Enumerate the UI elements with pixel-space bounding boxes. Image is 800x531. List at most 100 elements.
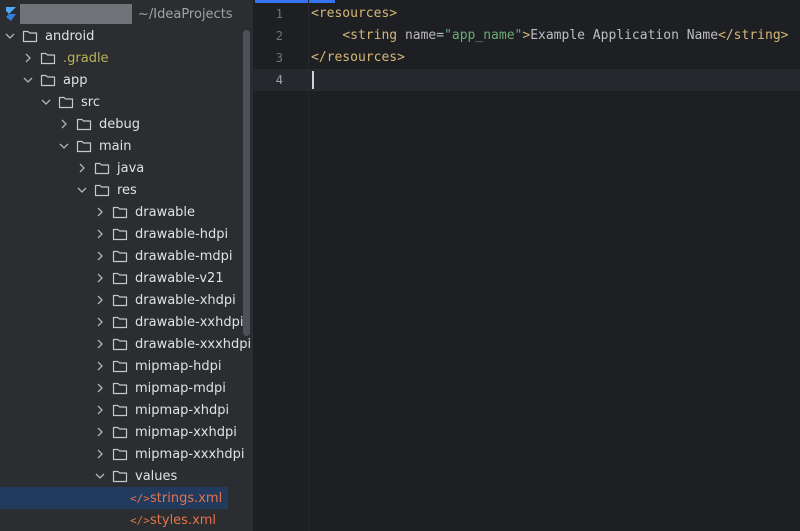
- code-token-val: "app_name": [444, 28, 523, 43]
- chevron-down-icon[interactable]: [4, 30, 16, 42]
- code-line[interactable]: <resources>: [311, 3, 397, 25]
- code-token-tag: </string>: [718, 28, 789, 43]
- tree-item-label: app: [63, 72, 88, 88]
- chevron-down-icon[interactable]: [40, 96, 52, 108]
- tree-item-label: values: [135, 468, 178, 484]
- code-token-tag: <resources>: [311, 6, 398, 21]
- tree-item-label: android: [45, 28, 95, 44]
- tree-item-label: src: [81, 94, 100, 110]
- folder-icon: [112, 270, 128, 286]
- tree-folder-mipmap-mdpi[interactable]: mipmap-mdpi: [0, 377, 253, 399]
- folder-icon: [112, 292, 128, 308]
- tree-folder-drawable-v21[interactable]: drawable-v21: [0, 267, 253, 289]
- tree-item-label: drawable-xxhdpi: [135, 314, 244, 330]
- chevron-right-icon[interactable]: [94, 250, 106, 262]
- chevron-down-icon[interactable]: [76, 184, 88, 196]
- chevron-right-icon[interactable]: [94, 404, 106, 416]
- code-editor[interactable]: 1 2 3 4 <resources> <string name="app_name"…: [253, 0, 800, 531]
- chevron-right-icon[interactable]: [94, 338, 106, 350]
- line-number: 1: [275, 7, 283, 21]
- chevron-down-icon[interactable]: [94, 470, 106, 482]
- folder-icon: [112, 424, 128, 440]
- folder-icon: [112, 446, 128, 462]
- folder-icon: [112, 226, 128, 242]
- project-path: ~/IdeaProjects: [138, 6, 233, 22]
- tree-folder-drawable-xhdpi[interactable]: drawable-xhdpi: [0, 289, 253, 311]
- chevron-right-icon[interactable]: [94, 206, 106, 218]
- tree-item-label: java: [117, 160, 145, 176]
- tree-item-label: mipmap-xhdpi: [135, 402, 230, 418]
- code-line[interactable]: <string name="app_name">Example Applicat…: [311, 25, 788, 47]
- tree-folder-drawable-mdpi[interactable]: drawable-mdpi: [0, 245, 253, 267]
- chevron-right-icon[interactable]: [22, 52, 34, 64]
- chevron-down-icon[interactable]: [22, 74, 34, 86]
- folder-icon: [40, 50, 56, 66]
- chevron-right-icon[interactable]: [94, 272, 106, 284]
- tree-folder-android[interactable]: android: [0, 25, 253, 47]
- folder-icon: [40, 72, 56, 88]
- folder-icon: [76, 138, 92, 154]
- tree-folder-app[interactable]: app: [0, 69, 253, 91]
- folder-icon: [94, 182, 110, 198]
- tree-item-label: styles.xml: [150, 512, 217, 528]
- project-root-header[interactable]: ~/IdeaProjects: [0, 3, 253, 25]
- gutter-separator: [308, 0, 309, 531]
- tree-folder-java[interactable]: java: [0, 157, 253, 179]
- tree-item-label: mipmap-mdpi: [135, 380, 226, 396]
- line-number-gutter: 1 2 3 4: [253, 0, 309, 531]
- folder-icon: [112, 204, 128, 220]
- chevron-right-icon[interactable]: [94, 294, 106, 306]
- tree-scrollbar[interactable]: [243, 30, 250, 336]
- tree-folder-main[interactable]: main: [0, 135, 253, 157]
- code-token-tag: <string: [342, 28, 405, 43]
- chevron-down-icon[interactable]: [58, 140, 70, 152]
- project-tool-window: ~/IdeaProjects android .gradle app src debug…: [0, 0, 253, 531]
- tree-item-label: drawable-v21: [135, 270, 224, 286]
- code-token-attr: name=: [404, 28, 445, 43]
- tree-folder-mipmap-hdpi[interactable]: mipmap-hdpi: [0, 355, 253, 377]
- tree-item-label: drawable-xxxhdpi: [135, 336, 252, 352]
- folder-icon: [22, 28, 38, 44]
- tree-folder-src[interactable]: src: [0, 91, 253, 113]
- tree-item-label: mipmap-xxhdpi: [135, 424, 237, 440]
- tree-folder-debug[interactable]: debug: [0, 113, 253, 135]
- tree-item-label: drawable-xhdpi: [135, 292, 236, 308]
- folder-icon: [112, 336, 128, 352]
- chevron-right-icon[interactable]: [94, 382, 106, 394]
- chevron-right-icon[interactable]: [94, 316, 106, 328]
- folder-icon: [76, 116, 92, 132]
- xml-file-icon: </>: [130, 513, 150, 527]
- tree-file-strings-xml[interactable]: </> strings.xml: [0, 487, 228, 509]
- current-line-highlight: [253, 69, 800, 91]
- code-line[interactable]: </resources>: [311, 47, 405, 69]
- tree-folder-mipmap-xxxhdpi[interactable]: mipmap-xxxhdpi: [0, 443, 253, 465]
- tree-item-label: drawable-mdpi: [135, 248, 233, 264]
- tree-folder-res[interactable]: res: [0, 179, 253, 201]
- tree-folder-drawable-xxxhdpi[interactable]: drawable-xxxhdpi: [0, 333, 253, 355]
- chevron-right-icon[interactable]: [94, 360, 106, 372]
- tree-folder-mipmap-xxhdpi[interactable]: mipmap-xxhdpi: [0, 421, 253, 443]
- chevron-right-icon[interactable]: [94, 448, 106, 460]
- tree-folder-drawable-hdpi[interactable]: drawable-hdpi: [0, 223, 253, 245]
- tree-folder-drawable-xxhdpi[interactable]: drawable-xxhdpi: [0, 311, 253, 333]
- tree-file-styles-xml[interactable]: </> styles.xml: [0, 509, 253, 531]
- tree-folder-mipmap-xhdpi[interactable]: mipmap-xhdpi: [0, 399, 253, 421]
- tree-folder-dot-gradle[interactable]: .gradle: [0, 47, 253, 69]
- chevron-right-icon[interactable]: [94, 228, 106, 240]
- line-number: 3: [275, 51, 283, 65]
- tree-item-label: mipmap-xxxhdpi: [135, 446, 245, 462]
- tree-item-label: .gradle: [63, 50, 109, 66]
- folder-icon: [112, 380, 128, 396]
- code-token-txt: Example Application Name: [530, 28, 719, 43]
- tree-item-label: main: [99, 138, 132, 154]
- chevron-right-icon[interactable]: [76, 162, 88, 174]
- tree-folder-drawable[interactable]: drawable: [0, 201, 253, 223]
- chevron-right-icon[interactable]: [94, 426, 106, 438]
- folder-icon: [112, 248, 128, 264]
- tree-item-label: drawable-hdpi: [135, 226, 229, 242]
- chevron-right-icon[interactable]: [58, 118, 70, 130]
- tree-folder-values[interactable]: values: [0, 465, 253, 487]
